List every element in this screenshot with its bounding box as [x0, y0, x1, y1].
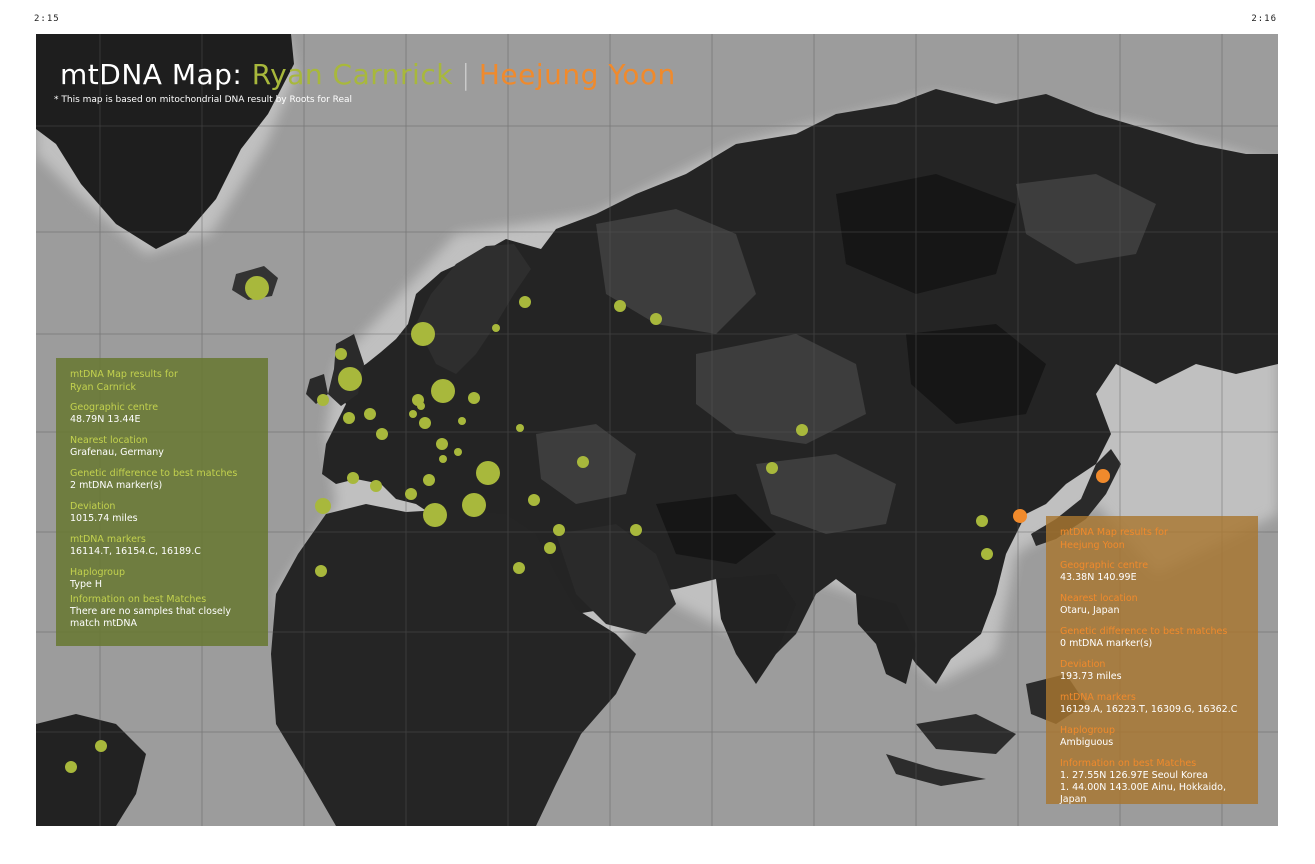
marker-ryan — [553, 524, 565, 536]
marker-ryan — [468, 392, 480, 404]
marker-ryan — [431, 379, 455, 403]
title-prefix: mtDNA Map: — [60, 58, 243, 91]
genetic-difference-value: 0 mtDNA marker(s) — [1060, 638, 1153, 649]
world-map: mtDNA Map: Ryan Carnrick | Heejung Yoon * … — [36, 34, 1278, 826]
panel-heading: mtDNA Map results for Heejung Yoon — [1060, 526, 1244, 552]
marker-ryan — [405, 488, 417, 500]
markers-value: 16129.A, 16223.T, 16309.G, 16362.C — [1060, 704, 1238, 715]
marker-ryan — [513, 562, 525, 574]
nearest-location-label: Nearest location — [1060, 593, 1138, 604]
marker-ryan — [370, 480, 382, 492]
marker-ryan — [245, 276, 269, 300]
best-matches-label: Information on best Matches — [1060, 758, 1197, 769]
page-number-left: 2:15 — [34, 14, 60, 24]
marker-ryan — [376, 428, 388, 440]
source-note: * This map is based on mitochondrial DNA… — [54, 95, 353, 105]
marker-ryan — [796, 424, 808, 436]
marker-ryan — [95, 740, 107, 752]
title-person2: Heejung Yoon — [478, 58, 676, 91]
panel-heading-line1: mtDNA Map results for — [70, 369, 178, 380]
markers-label: mtDNA markers — [1060, 692, 1136, 703]
genetic-difference-label: Genetic difference to best matches — [70, 468, 238, 479]
title-person1: Ryan Carnrick — [251, 58, 453, 91]
marker-ryan — [315, 498, 331, 514]
marker-heejung — [1096, 469, 1110, 483]
panel-heading-line2: Ryan Carnrick — [70, 382, 137, 393]
marker-ryan — [630, 524, 642, 536]
marker-ryan — [419, 417, 431, 429]
marker-ryan — [492, 324, 500, 332]
marker-ryan — [411, 322, 435, 346]
haplogroup-label: Haplogroup — [70, 567, 126, 578]
deviation-value: 1015.74 miles — [70, 513, 138, 524]
genetic-difference-value: 2 mtDNA marker(s) — [70, 480, 163, 491]
marker-ryan — [976, 515, 988, 527]
marker-ryan — [436, 438, 448, 450]
panel-heading-line2: Heejung Yoon — [1060, 540, 1125, 551]
marker-ryan — [614, 300, 626, 312]
markers-label: mtDNA markers — [70, 534, 146, 545]
haplogroup-value: Ambiguous — [1060, 737, 1114, 748]
deviation-label: Deviation — [1060, 659, 1106, 670]
marker-ryan — [650, 313, 662, 325]
marker-ryan — [458, 417, 466, 425]
marker-ryan — [981, 548, 993, 560]
geo-centre-label: Geographic centre — [70, 402, 159, 413]
best-matches-line1: 1. 27.55N 126.97E Seoul Korea — [1060, 770, 1208, 781]
marker-ryan — [338, 367, 362, 391]
geo-centre-value: 48.79N 13.44E — [70, 414, 141, 425]
marker-ryan — [343, 412, 355, 424]
deviation-label: Deviation — [70, 501, 116, 512]
marker-ryan — [423, 503, 447, 527]
title-separator: | — [460, 58, 471, 91]
results-panel-heejung: mtDNA Map results for Heejung Yoon Geogr… — [1046, 516, 1258, 805]
markers-value: 16114.T, 16154.C, 16189.C — [70, 546, 201, 557]
marker-ryan — [544, 542, 556, 554]
marker-ryan — [409, 410, 417, 418]
marker-ryan — [417, 402, 425, 410]
marker-ryan — [577, 456, 589, 468]
best-matches-line1: There are no samples that closely — [70, 606, 232, 617]
marker-ryan — [476, 461, 500, 485]
geo-centre-value: 43.38N 140.99E — [1060, 572, 1137, 583]
best-matches-label: Information on best Matches — [70, 594, 207, 605]
map-title: mtDNA Map: Ryan Carnrick | Heejung Yoon — [60, 58, 676, 91]
geo-centre-label: Geographic centre — [1060, 560, 1149, 571]
marker-ryan — [519, 296, 531, 308]
results-panel-ryan: mtDNA Map results for Ryan Carnrick Geog… — [56, 358, 268, 646]
marker-ryan — [317, 394, 329, 406]
marker-ryan — [516, 424, 524, 432]
marker-heejung — [1013, 509, 1027, 523]
haplogroup-value: Type H — [70, 579, 102, 590]
genetic-difference-label: Genetic difference to best matches — [1060, 626, 1228, 637]
nearest-location-value: Otaru, Japan — [1060, 605, 1120, 616]
panel-heading: mtDNA Map results for Ryan Carnrick — [70, 368, 254, 394]
marker-ryan — [423, 474, 435, 486]
nearest-location-label: Nearest location — [70, 435, 148, 446]
marker-ryan — [315, 565, 327, 577]
marker-ryan — [65, 761, 77, 773]
haplogroup-label: Haplogroup — [1060, 725, 1116, 736]
panel-heading-line1: mtDNA Map results for — [1060, 527, 1168, 538]
page-number-right: 2:16 — [1251, 14, 1277, 24]
best-matches-line2: 1. 44.00N 143.00E Ainu, Hokkaido, Japan — [1060, 782, 1227, 805]
deviation-value: 193.73 miles — [1060, 671, 1122, 682]
nearest-location-value: Grafenau, Germany — [70, 447, 164, 458]
marker-ryan — [347, 472, 359, 484]
marker-ryan — [528, 494, 540, 506]
marker-ryan — [335, 348, 347, 360]
marker-ryan — [462, 493, 486, 517]
marker-ryan — [454, 448, 462, 456]
marker-ryan — [766, 462, 778, 474]
marker-ryan — [364, 408, 376, 420]
best-matches-line2: match mtDNA — [70, 618, 137, 629]
marker-ryan — [439, 455, 447, 463]
